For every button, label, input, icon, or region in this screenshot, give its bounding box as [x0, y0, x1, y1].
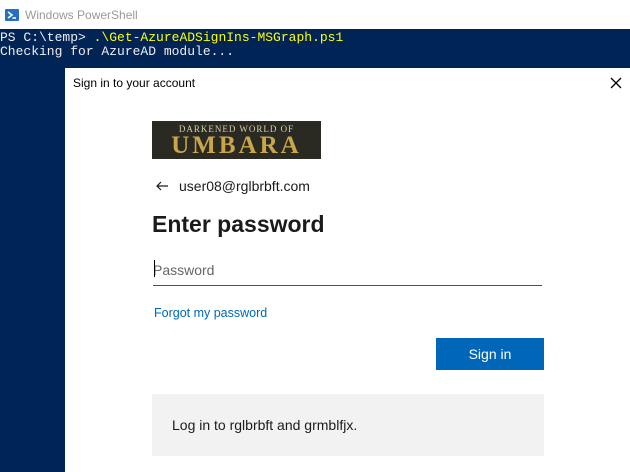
console-prompt: PS C:\temp>: [0, 30, 94, 45]
identity-banner: user08@rglbrbft.com: [155, 178, 310, 194]
powershell-icon: [5, 8, 19, 21]
close-button[interactable]: [606, 73, 626, 93]
tenant-info-box: Log in to rglbrbft and grmblfjx.: [152, 394, 544, 456]
page-title: Enter password: [152, 211, 325, 237]
dialog-title: Sign in to your account: [73, 76, 196, 90]
tenant-info-text: Log in to rglbrbft and grmblfjx.: [172, 417, 358, 433]
text-cursor: [154, 260, 155, 277]
powershell-titlebar: Windows PowerShell: [0, 0, 630, 29]
signin-dialog: Sign in to your account DARKENED WORLD O…: [65, 68, 630, 472]
user-email: user08@rglbrbft.com: [179, 178, 310, 194]
console-command-line: PS C:\temp> .\Get-AzureADSignIns-MSGraph…: [0, 30, 343, 45]
powershell-window-title: Windows PowerShell: [25, 7, 138, 22]
close-icon: [610, 77, 622, 89]
password-input[interactable]: [153, 254, 542, 286]
tenant-logo: DARKENED WORLD OF UMBARA: [152, 121, 321, 159]
back-arrow-icon[interactable]: [155, 179, 169, 193]
console-command: .\Get-AzureADSignIns-MSGraph.ps1: [93, 30, 344, 45]
forgot-password-link[interactable]: Forgot my password: [154, 306, 267, 320]
logo-line2: UMBARA: [171, 132, 302, 159]
console-output-line: Checking for AzureAD module...: [0, 44, 235, 59]
signin-button[interactable]: Sign in: [436, 338, 544, 370]
